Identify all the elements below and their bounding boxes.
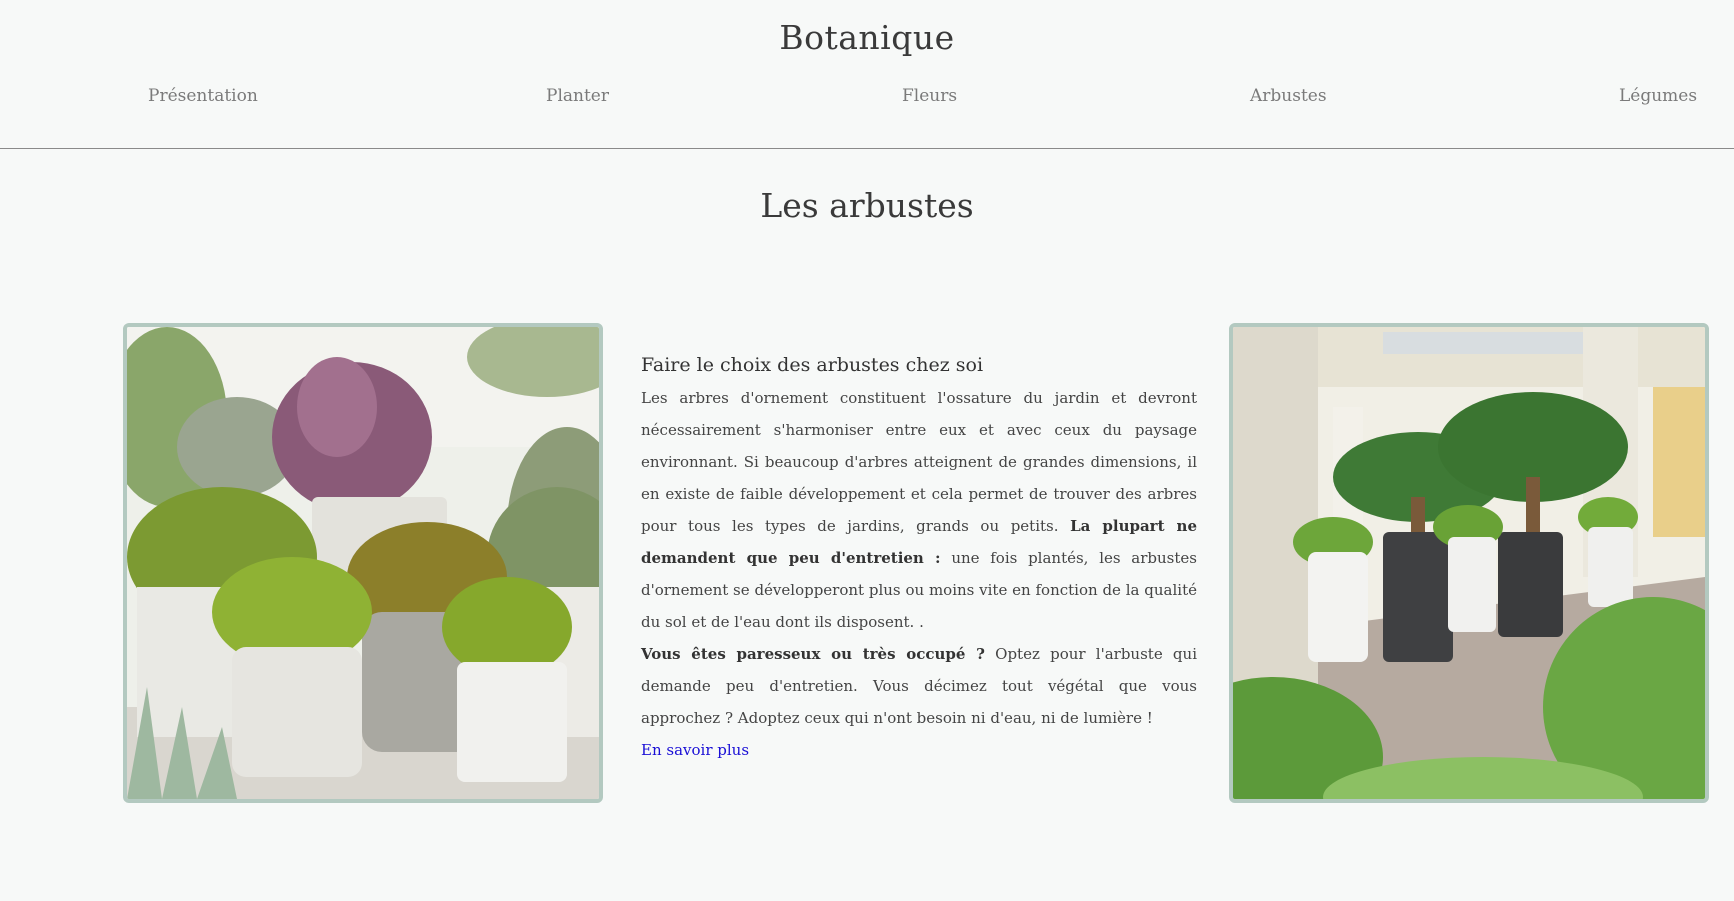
nav-item-presentation[interactable]: Présentation [148,86,258,106]
article-paragraph-2: Vous êtes paresseux ou très occupé ? Opt… [641,638,1197,734]
section-title: Les arbustes [760,186,974,225]
article: Faire le choix des arbustes chez soi Les… [641,354,1197,766]
site-header: Botanique Présentation Planter Fleurs Ar… [0,0,1734,149]
main-nav: Présentation Planter Fleurs Arbustes Lég… [0,86,1734,110]
article-heading: Faire le choix des arbustes chez soi [641,354,984,376]
nav-item-planter[interactable]: Planter [546,86,609,106]
nav-item-fleurs[interactable]: Fleurs [902,86,957,106]
potted-shrubs-image [123,323,603,803]
site-title: Botanique [779,18,955,57]
article-text: Les arbres d'ornement constituent l'ossa… [641,389,1197,535]
patio-planters-image [1229,323,1709,803]
potted-shrubs-illustration [127,327,599,799]
nav-item-legumes[interactable]: Légumes [1619,86,1697,106]
article-paragraph-1: Les arbres d'ornement constituent l'ossa… [641,382,1197,638]
article-emphasis: Vous êtes paresseux ou très occupé ? [641,645,985,663]
read-more-link[interactable]: En savoir plus [641,734,749,766]
nav-item-arbustes[interactable]: Arbustes [1250,86,1327,106]
patio-planters-illustration [1233,327,1705,799]
